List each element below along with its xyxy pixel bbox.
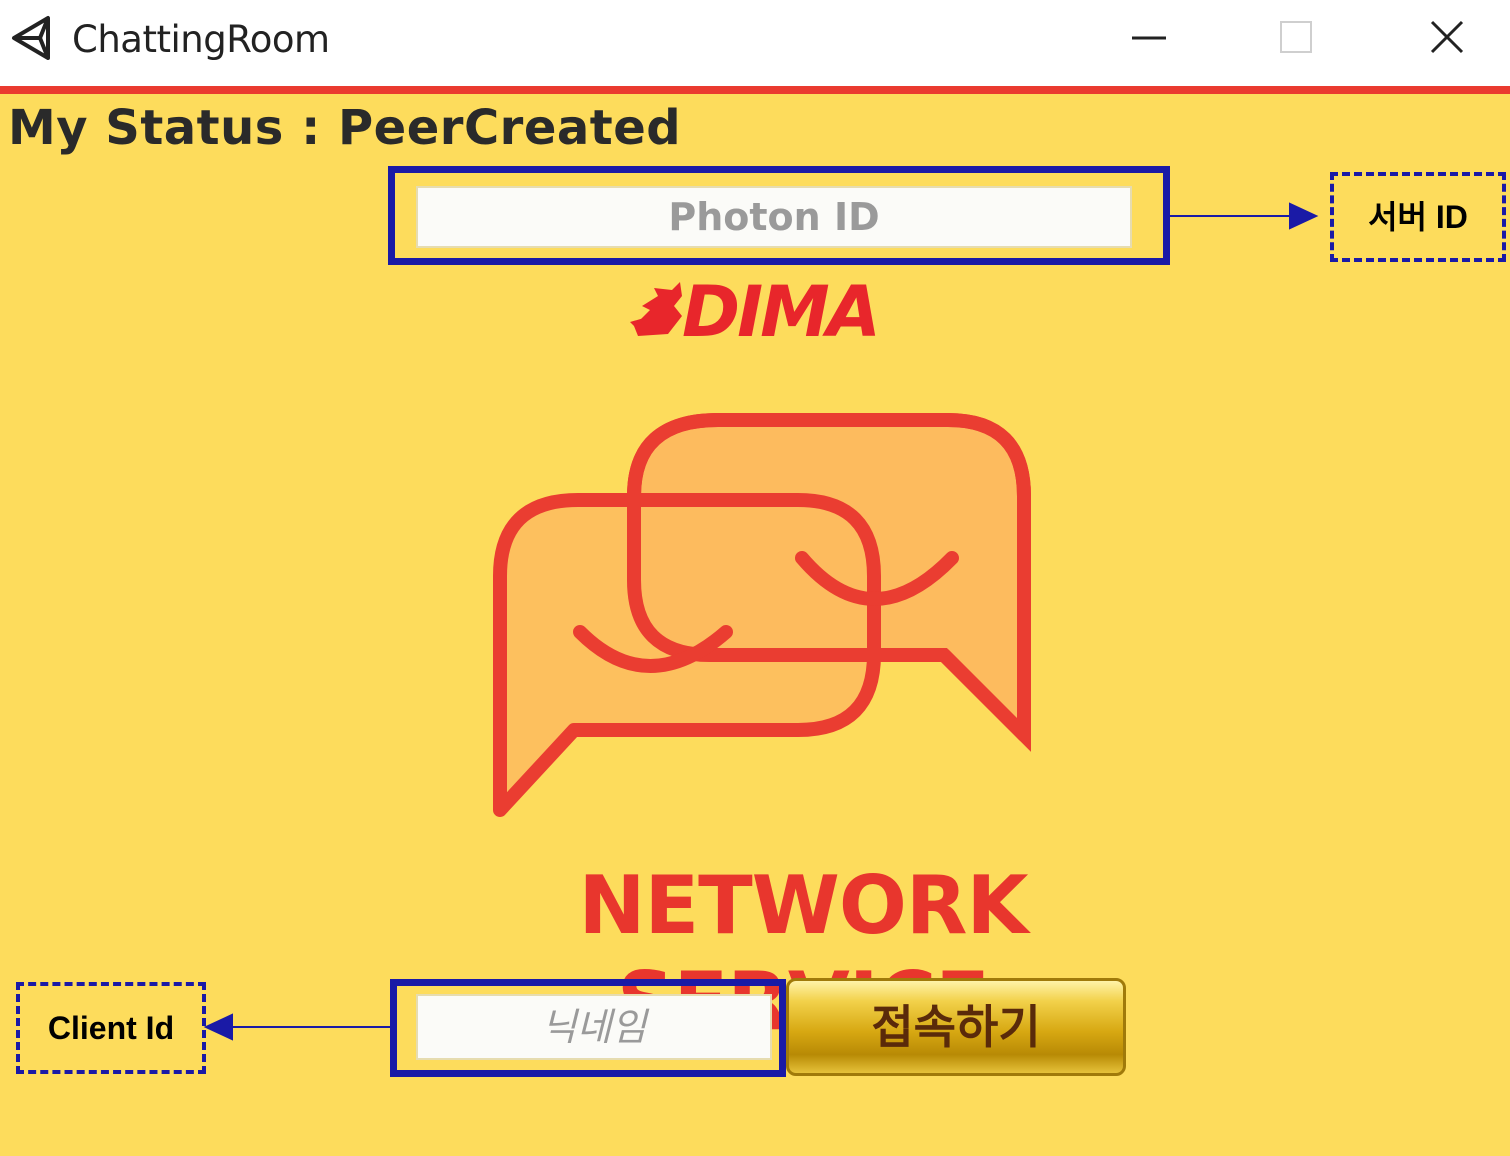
photon-id-input[interactable]: Photon ID — [416, 186, 1132, 248]
window-title: ChattingRoom — [72, 18, 330, 61]
unity-icon — [10, 12, 62, 64]
close-icon — [1430, 20, 1464, 54]
server-id-annotation: 서버 ID — [1330, 172, 1506, 262]
server-arrow-head — [1289, 202, 1319, 230]
close-button[interactable] — [1412, 10, 1482, 66]
chat-bubbles-icon — [493, 413, 1031, 817]
chatting-room-window: ChattingRoom My Status : PeerCreated Pho… — [0, 0, 1510, 1156]
main-panel: My Status : PeerCreated Photon ID DIMA N… — [0, 94, 1510, 1156]
client-id-annotation: Client Id — [16, 982, 206, 1074]
connect-button[interactable]: 접속하기 — [786, 978, 1126, 1076]
maximize-button[interactable] — [1262, 10, 1332, 66]
status-label: My Status : PeerCreated — [8, 100, 682, 156]
minimize-button[interactable] — [1114, 10, 1184, 66]
client-arrow-head — [203, 1013, 233, 1041]
maximize-icon — [1280, 21, 1312, 53]
minimize-icon — [1132, 36, 1166, 40]
dima-brand-text: DIMA — [682, 271, 881, 353]
title-divider — [0, 86, 1510, 94]
title-bar: ChattingRoom — [0, 0, 1510, 86]
nickname-input[interactable]: 닉네임 — [416, 994, 772, 1060]
